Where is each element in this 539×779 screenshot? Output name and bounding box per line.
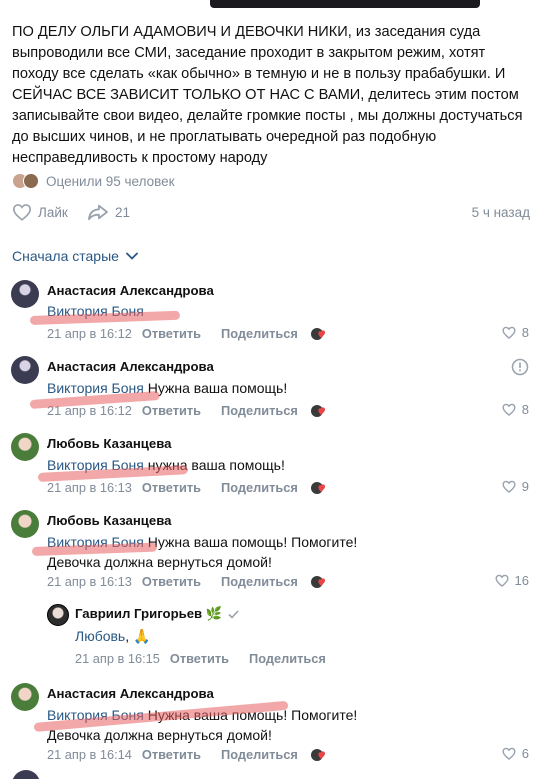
reaction-badge-icon[interactable]: [310, 404, 328, 418]
avatar[interactable]: [11, 683, 39, 711]
sort-label: Сначала старые: [12, 248, 119, 264]
like-count: 8: [521, 402, 529, 417]
share-comment-button[interactable]: Поделиться: [221, 403, 298, 418]
comment-date[interactable]: 21 апр в 16:13: [47, 574, 132, 589]
reply-button[interactable]: Ответить: [142, 326, 201, 341]
reply-button[interactable]: Ответить: [142, 403, 201, 418]
heart-icon: [502, 747, 516, 760]
comment: Анастасия Александрова Виктория Боня 21 …: [0, 280, 539, 352]
comment: Любовь Казанцева Виктория Боня Нужна ваш…: [0, 510, 539, 602]
avatar[interactable]: [12, 770, 40, 779]
rated-row[interactable]: Оценили 95 человек: [12, 172, 175, 190]
share-comment-button[interactable]: Поделиться: [221, 574, 298, 589]
heart-icon: [494, 574, 509, 587]
comment-author[interactable]: Анастасия Александрова: [47, 686, 214, 701]
like-count: 16: [514, 573, 529, 588]
comment-date[interactable]: 21 апр в 16:12: [47, 326, 132, 341]
reply-button[interactable]: Ответить: [142, 574, 201, 589]
comment-author[interactable]: Гавриил Григорьев 🌿: [75, 606, 239, 622]
rated-count: Оценили 95 человек: [46, 173, 175, 189]
comment-meta: 21 апр в 16:13 Ответить Поделиться: [47, 480, 328, 495]
comment-like-button[interactable]: 16: [494, 573, 529, 588]
heart-icon: [502, 480, 516, 493]
chevron-down-icon: [126, 252, 138, 260]
comment-body: Нужна ваша помощь! Помогите!: [143, 534, 358, 550]
like-count: 8: [521, 325, 529, 340]
comment-like-button[interactable]: 8: [502, 325, 529, 340]
comment-like-button[interactable]: 6: [502, 746, 529, 761]
comment-meta: 21 апр в 16:13 Ответить Поделиться: [47, 574, 328, 589]
comment-body: Нужна ваша помощь!: [143, 380, 288, 396]
comment-meta: 21 апр в 16:12 Ответить Поделиться: [47, 326, 328, 341]
comment: Анастасия Александрова Виктория Боня Нуж…: [0, 683, 539, 769]
comment-reply: Гавриил Григорьев 🌿 Любовь, 🙏 21 апр в 1…: [0, 604, 539, 668]
heart-icon: [502, 403, 516, 416]
author-name: Гавриил Григорьев 🌿: [75, 606, 223, 621]
post-time[interactable]: 5 ч назад: [472, 205, 530, 220]
heart-icon: [12, 204, 32, 221]
post-actions: Лайк 21 5 ч назад: [12, 203, 530, 225]
comment-author[interactable]: Любовь Казанцева: [47, 513, 172, 528]
comment-author[interactable]: Анастасия Александрова: [47, 359, 214, 374]
comment-body: , 🙏: [125, 628, 151, 644]
share-comment-button[interactable]: Поделиться: [221, 747, 298, 762]
share-comment-button[interactable]: Поделиться: [221, 326, 298, 341]
reply-button[interactable]: Ответить: [142, 480, 201, 495]
comment-date[interactable]: 21 апр в 16:14: [47, 747, 132, 762]
comment-author[interactable]: Анастасия Александрова: [47, 283, 214, 298]
share-button[interactable]: 21: [87, 203, 130, 221]
comment-meta: 21 апр в 16:15 Ответить Поделиться: [75, 651, 326, 666]
comment-like-button[interactable]: 8: [502, 402, 529, 417]
like-count: 9: [521, 479, 529, 494]
mention-link[interactable]: Любовь: [75, 628, 125, 644]
reaction-badge-icon[interactable]: [310, 481, 328, 495]
avatar[interactable]: [11, 356, 39, 384]
avatar[interactable]: [11, 510, 39, 538]
sort-dropdown[interactable]: Сначала старые: [12, 248, 138, 264]
rater-avatar: [23, 173, 39, 189]
comment-meta: 21 апр в 16:12 Ответить Поделиться: [47, 403, 328, 418]
avatar[interactable]: [11, 433, 39, 461]
check-icon: [228, 610, 239, 619]
post-text: ПО ДЕЛУ ОЛЬГИ АДАМОВИЧ И ДЕВОЧКИ НИКИ, и…: [12, 24, 523, 166]
comment-date[interactable]: 21 апр в 16:13: [47, 480, 132, 495]
top-image-edge: [0, 0, 539, 8]
info-icon[interactable]: [511, 358, 529, 376]
like-label: Лайк: [38, 204, 68, 220]
comment-text: Виктория Боня Нужна ваша помощь!: [47, 378, 287, 398]
reply-button[interactable]: Ответить: [142, 747, 201, 762]
share-count: 21: [115, 204, 131, 220]
comment-body-line2: Девочка должна вернуться домой!: [47, 727, 272, 743]
like-button[interactable]: Лайк: [12, 203, 68, 221]
avatar[interactable]: [11, 280, 39, 308]
comment-text: Любовь, 🙏: [75, 626, 150, 646]
share-comment-button[interactable]: Поделиться: [249, 651, 326, 666]
comment: Любовь Казанцева Виктория Боня нужна ваш…: [0, 433, 539, 505]
reaction-badge-icon[interactable]: [310, 748, 328, 762]
comment-author[interactable]: Любовь Казанцева: [47, 436, 172, 451]
share-icon: [88, 204, 108, 221]
heart-icon: [502, 326, 516, 339]
share-comment-button[interactable]: Поделиться: [221, 480, 298, 495]
reply-button[interactable]: Ответить: [170, 651, 229, 666]
reaction-badge-icon[interactable]: [310, 327, 328, 341]
like-count: 6: [521, 746, 529, 761]
reaction-badge-icon[interactable]: [310, 575, 328, 589]
comment: Анастасия Александрова Виктория Боня Нуж…: [0, 356, 539, 428]
comment-body-line2: Девочка должна вернуться домой!: [47, 554, 272, 570]
comment-like-button[interactable]: 9: [502, 479, 529, 494]
comment-date[interactable]: 21 апр в 16:15: [75, 651, 160, 666]
comment-meta: 21 апр в 16:14 Ответить Поделиться: [47, 747, 328, 762]
avatar[interactable]: [47, 604, 69, 626]
